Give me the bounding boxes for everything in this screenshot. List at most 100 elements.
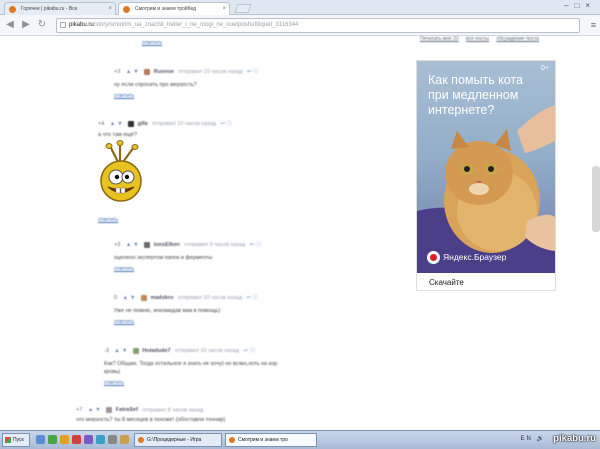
comment: +3 ▲ ▼ Ruonse отправил 10 часов назад ↩ ⓘ… bbox=[114, 67, 259, 99]
pikabu-watermark: pikabu.ru bbox=[553, 433, 596, 444]
avatar[interactable] bbox=[132, 347, 139, 354]
reply-link[interactable]: ответить bbox=[114, 319, 258, 325]
vote-up-icon[interactable]: ▲ bbox=[88, 407, 93, 413]
taskbar-window-button-active[interactable]: Смотрим и знаем тро bbox=[225, 433, 317, 447]
start-button[interactable]: Пуск bbox=[2, 433, 30, 447]
comment-score: +7 bbox=[76, 407, 83, 414]
avatar[interactable] bbox=[144, 68, 151, 75]
reply-link[interactable]: ответить bbox=[104, 380, 277, 386]
reply-link[interactable]: ответить bbox=[142, 40, 162, 46]
reply-link[interactable]: ответить bbox=[98, 217, 232, 223]
comment: ответить bbox=[142, 40, 162, 46]
quick-launch-icon[interactable] bbox=[60, 435, 69, 444]
vote-down-icon[interactable]: ▼ bbox=[122, 348, 127, 354]
comment-actions-icon[interactable]: ↩ ⓘ bbox=[247, 295, 259, 301]
close-tab-icon[interactable]: × bbox=[108, 3, 112, 15]
vote-down-icon[interactable]: ▼ bbox=[133, 69, 138, 75]
pikabu-favicon-icon bbox=[123, 6, 130, 13]
comment-score: +4 bbox=[98, 121, 105, 127]
comment-actions-icon[interactable]: ↩ ⓘ bbox=[250, 242, 262, 248]
vote-down-icon[interactable]: ▼ bbox=[130, 295, 135, 301]
address-bar[interactable]: pikabu.ru/story/smotrim_ua_znachit_treil… bbox=[56, 18, 580, 33]
forward-arrow-icon[interactable]: ▶ bbox=[20, 19, 32, 31]
brand-label: Яндекс.Браузер bbox=[443, 251, 507, 262]
comment-actions-icon[interactable]: ↩ ⓘ bbox=[221, 121, 233, 127]
windows-taskbar: Пуск G:\Процедерные - Игра Смотрим и зна… bbox=[0, 430, 600, 449]
vote-up-icon[interactable]: ▲ bbox=[110, 121, 115, 127]
comment-author[interactable]: Holadude7 bbox=[142, 348, 170, 354]
comment-score: +3 bbox=[114, 69, 121, 75]
window-controls[interactable]: –□× bbox=[564, 1, 596, 10]
yandex-browser-logo-icon bbox=[427, 251, 440, 264]
avatar[interactable] bbox=[106, 407, 113, 413]
comment-meta: отправил 10 часов назад bbox=[152, 121, 217, 127]
quick-launch-icon[interactable] bbox=[84, 435, 93, 444]
comment-header: 0 ▲ ▼ madskro отправил 10 часов назад ↩ ⓘ bbox=[114, 293, 258, 301]
comment-score: 0 bbox=[114, 295, 118, 301]
comment-text: а что там ещё? bbox=[98, 132, 138, 138]
avatar[interactable] bbox=[144, 241, 151, 248]
top-link[interactable]: все посты bbox=[466, 36, 489, 42]
tab-pikabu-hot[interactable]: Горячее | pikabu.ru - Все × bbox=[4, 2, 116, 15]
ad-headline: Как помыть кота при медленном интернете? bbox=[428, 73, 524, 117]
comment-text: ну если спросить про мерзость? bbox=[114, 82, 197, 88]
comment-header: +3 ▲ ▼ Ruonse отправил 10 часов назад ↩ ⓘ bbox=[114, 67, 259, 75]
comment-text: оценено экспертом папок и ферменты bbox=[114, 255, 213, 261]
vote-up-icon[interactable]: ▲ bbox=[114, 348, 119, 354]
comment-author[interactable]: FatraSef bbox=[116, 407, 138, 413]
tab-bar: Горячее | pikabu.ru - Все × Смотрим и зн… bbox=[0, 0, 600, 15]
vote-down-icon[interactable]: ▼ bbox=[95, 407, 100, 413]
comment-meta: отправил 9 часов назад bbox=[184, 242, 246, 248]
vote-up-icon[interactable]: ▲ bbox=[126, 69, 131, 75]
taskbar-window-button[interactable]: G:\Процедерные - Игра bbox=[134, 433, 222, 447]
ad-brand: Яндекс.Браузер bbox=[427, 251, 506, 264]
comment-score: +3 bbox=[114, 242, 121, 248]
comment-author[interactable]: gifa bbox=[138, 121, 148, 127]
quick-launch-icon[interactable] bbox=[72, 435, 81, 444]
scrollbar-thumb[interactable] bbox=[592, 166, 600, 232]
comment-author[interactable]: madskro bbox=[151, 295, 174, 301]
reply-link[interactable]: ответить bbox=[114, 266, 261, 272]
quick-launch-icon[interactable] bbox=[96, 435, 105, 444]
age-rating: 0+ bbox=[541, 65, 549, 72]
comment-meta: отправил 10 часов назад bbox=[175, 348, 240, 354]
comment-author[interactable]: Ruonse bbox=[154, 69, 174, 75]
system-tray[interactable]: EN 🔊 bbox=[521, 435, 546, 442]
comment-meta: отправил 10 часов назад bbox=[178, 69, 243, 75]
ad-download-link[interactable]: Скачайте bbox=[429, 278, 464, 287]
avatar[interactable] bbox=[141, 294, 148, 301]
comment: 0 ▲ ▼ madskro отправил 10 часов назад ↩ ⓘ… bbox=[114, 293, 258, 325]
vote-down-icon[interactable]: ▼ bbox=[117, 121, 122, 127]
back-arrow-icon[interactable]: ◀ bbox=[4, 19, 16, 31]
avatar[interactable] bbox=[128, 120, 135, 127]
comment-actions-icon[interactable]: ↩ ⓘ bbox=[247, 69, 259, 75]
menu-icon[interactable]: ≡ bbox=[591, 20, 596, 30]
comment-text: Как? Общаю. Тогда остальное я знать не х… bbox=[104, 361, 278, 367]
vote-down-icon[interactable]: ▼ bbox=[133, 242, 138, 248]
top-link[interactable]: обсуждение поста bbox=[497, 36, 539, 42]
reply-link[interactable]: ответить bbox=[114, 93, 259, 99]
smiley-emoticon-image bbox=[100, 140, 142, 202]
top-link[interactable]: Печатать мне 20 bbox=[420, 36, 459, 42]
tab-label: Смотрим и знаем тройбед bbox=[135, 6, 197, 12]
comment-actions-icon[interactable]: ↩ ⓘ bbox=[244, 348, 256, 354]
ad-image: Как помыть кота при медленном интернете?… bbox=[417, 61, 555, 273]
vote-up-icon[interactable]: ▲ bbox=[123, 295, 128, 301]
tab-label: Горячее | pikabu.ru - Все bbox=[21, 6, 78, 12]
url-path: /story/smotrim_ua_znachit_treiler_i_ne_m… bbox=[93, 22, 299, 28]
comment-score: -3 bbox=[104, 348, 109, 354]
quick-launch-icon[interactable] bbox=[108, 435, 117, 444]
yandex-browser-ad[interactable]: Как помыть кота при медленном интернете?… bbox=[416, 60, 556, 291]
quick-launch-icon[interactable] bbox=[120, 435, 129, 444]
close-tab-icon[interactable]: × bbox=[222, 3, 226, 15]
comment-meta: отправил 8 часов назад bbox=[142, 407, 204, 414]
comment-author[interactable]: lonsElken bbox=[154, 242, 180, 248]
new-tab-button[interactable] bbox=[234, 4, 252, 13]
quick-launch-icon[interactable] bbox=[48, 435, 57, 444]
vote-up-icon[interactable]: ▲ bbox=[126, 242, 131, 248]
reload-icon[interactable]: ↻ bbox=[36, 19, 48, 31]
tab-current-story[interactable]: Смотрим и знаем тройбед × bbox=[118, 2, 230, 15]
comment: +7 ▲ ▼ FatraSef отправил 8 часов назад чт… bbox=[76, 407, 225, 423]
show-desktop-icon[interactable] bbox=[36, 435, 45, 444]
comment-header: +4 ▲ ▼ gifa отправил 10 часов назад ↩ ⓘ bbox=[98, 119, 232, 127]
